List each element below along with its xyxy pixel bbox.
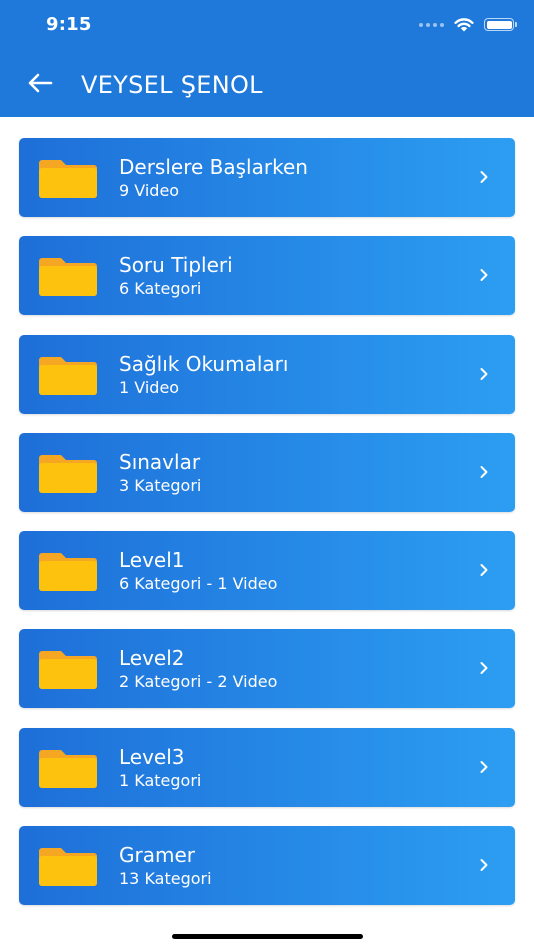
item-title: Derslere Başlarken — [119, 155, 308, 179]
list-item[interactable]: Level2 2 Kategori - 2 Video — [19, 629, 515, 709]
folder-icon — [39, 454, 97, 493]
list-item[interactable]: Derslere Başlarken 9 Video — [19, 138, 515, 217]
item-subtitle: 2 Kategori - 2 Video — [119, 672, 278, 692]
wifi-icon — [454, 18, 474, 32]
item-subtitle: 6 Kategori - 1 Video — [119, 574, 278, 594]
item-subtitle: 1 Video — [119, 377, 180, 397]
page-title: VEYSEL ŞENOL — [81, 71, 263, 99]
list-item[interactable]: Gramer 13 Kategori — [19, 826, 515, 906]
item-subtitle: 3 Kategori — [119, 475, 202, 495]
folder-icon — [39, 749, 97, 788]
chevron-right-icon — [480, 662, 488, 675]
folder-icon — [39, 356, 97, 395]
item-title: Level1 — [119, 548, 185, 573]
app-header: 9:15 VEYSEL ŞENOL — [0, 0, 534, 117]
list-item[interactable]: Soru Tipleri 6 Kategori — [19, 236, 515, 316]
folder-icon — [39, 651, 97, 690]
folder-icon — [39, 848, 97, 887]
chevron-right-icon — [480, 171, 488, 183]
chevron-right-icon — [480, 269, 488, 282]
item-title: Soru Tipleri — [119, 253, 233, 278]
back-button[interactable] — [24, 67, 56, 99]
folder-icon — [39, 553, 97, 592]
folder-icon — [39, 258, 97, 297]
arrow-left-icon — [28, 73, 53, 93]
chevron-right-icon — [480, 760, 488, 773]
battery-icon — [484, 18, 517, 31]
chevron-right-icon — [480, 859, 488, 872]
list-item[interactable]: Sağlık Okumaları 1 Video — [19, 334, 515, 414]
item-title: Gramer — [119, 843, 195, 868]
folder-icon — [39, 160, 97, 198]
category-list: Derslere Başlarken 9 Video Soru Tipleri … — [19, 138, 515, 924]
item-subtitle: 9 Video — [119, 181, 180, 200]
chevron-right-icon — [480, 367, 488, 380]
status-bar: 9:15 — [0, 0, 534, 52]
nav-bar: VEYSEL ŞENOL — [0, 52, 534, 117]
item-subtitle: 13 Kategori — [119, 869, 212, 889]
list-item[interactable]: Level1 6 Kategori - 1 Video — [19, 531, 515, 611]
item-title: Sınavlar — [119, 449, 201, 474]
item-subtitle: 6 Kategori — [119, 279, 202, 299]
status-time: 9:15 — [46, 14, 92, 35]
item-title: Level3 — [119, 744, 185, 769]
item-subtitle: 1 Kategori — [119, 770, 202, 790]
cellular-signal-icon — [419, 22, 444, 27]
item-title: Sağlık Okumaları — [119, 351, 289, 376]
list-item[interactable]: Level3 1 Kategori — [19, 727, 515, 807]
chevron-right-icon — [480, 465, 488, 478]
chevron-right-icon — [480, 564, 488, 577]
list-item[interactable]: Sınavlar 3 Kategori — [19, 432, 515, 512]
item-title: Level2 — [119, 646, 185, 671]
status-icons — [419, 17, 517, 32]
home-indicator[interactable] — [172, 934, 363, 939]
